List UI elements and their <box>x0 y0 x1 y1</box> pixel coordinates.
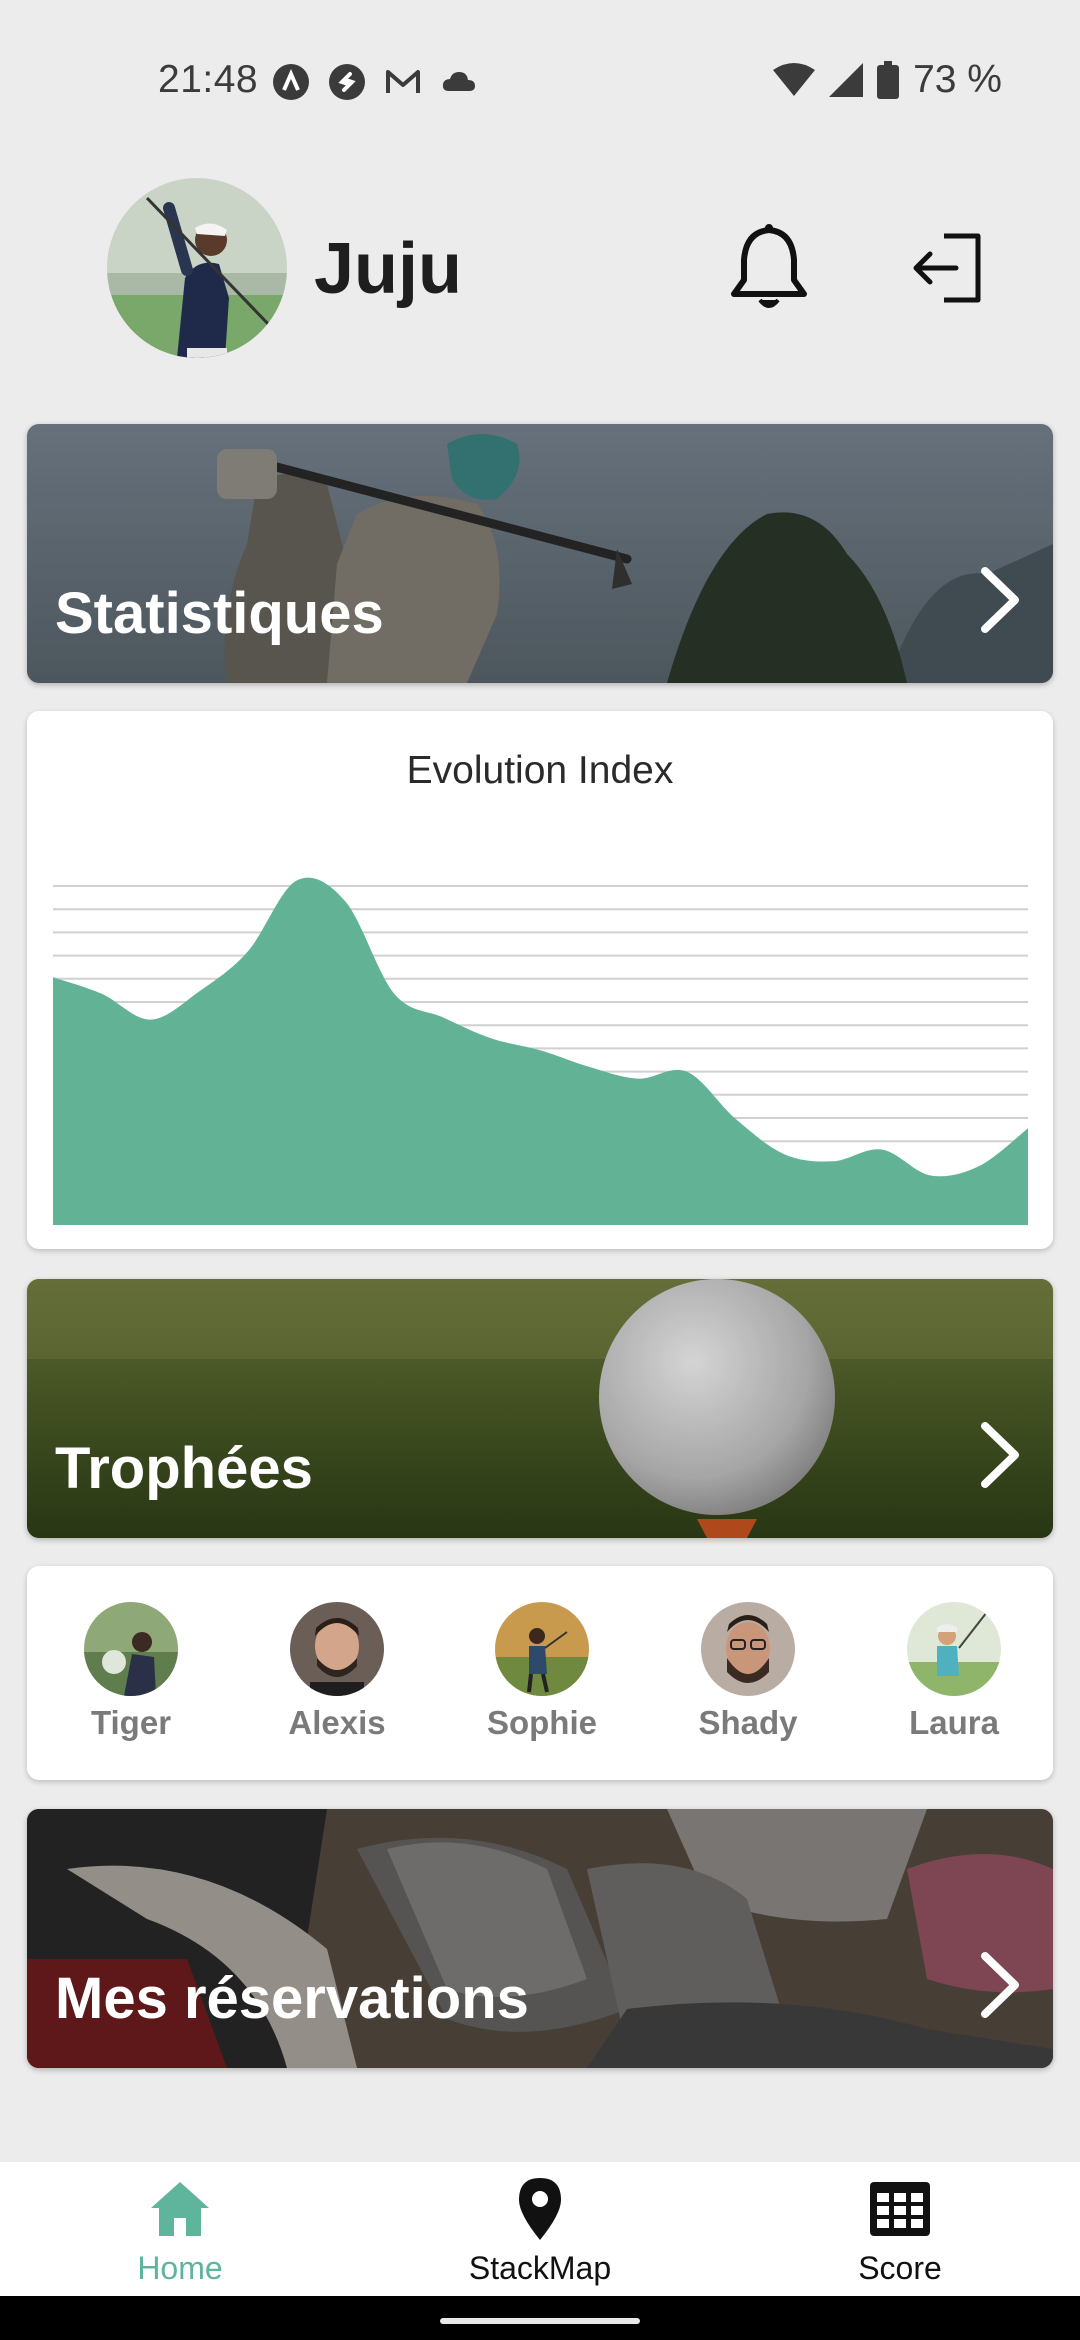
friend-item[interactable]: Sophie <box>472 1602 612 1742</box>
chevron-right-icon <box>981 1422 1019 1488</box>
notification-icons <box>272 63 478 101</box>
signal-icon <box>829 63 864 97</box>
reservations-label: Mes réservations <box>55 1966 529 2031</box>
bottom-navigation: Home StackMap Score <box>0 2162 1080 2296</box>
friend-name: Sophie <box>486 1704 597 1741</box>
home-gesture-handle[interactable] <box>440 2318 640 2324</box>
friend-name: Alexis <box>288 1704 386 1741</box>
friend-avatar <box>84 1602 178 1696</box>
nav-score[interactable]: Score <box>800 2176 1000 2287</box>
cloud-icon <box>440 63 478 101</box>
chart-title: Evolution Index <box>406 749 674 792</box>
friend-avatar <box>907 1602 1001 1696</box>
nav-home[interactable]: Home <box>80 2176 280 2287</box>
status-bar: 21:48 73 % <box>0 0 1080 165</box>
grid-table-icon <box>870 2182 930 2236</box>
battery-icon <box>877 61 900 99</box>
friend-item[interactable]: Shady <box>678 1602 818 1742</box>
chart-plot <box>53 877 1028 1225</box>
home-icon <box>151 2182 209 2236</box>
friend-name: Shady <box>698 1704 798 1741</box>
wifi-icon <box>773 63 816 96</box>
a-circle-icon <box>272 63 310 101</box>
friend-name: Tiger <box>90 1704 172 1741</box>
friend-item[interactable]: Laura <box>884 1602 1024 1742</box>
notifications-button[interactable] <box>724 222 814 314</box>
friend-avatar <box>290 1602 384 1696</box>
nav-score-label: Score <box>858 2250 942 2286</box>
friend-item[interactable]: Tiger <box>61 1602 201 1742</box>
statistics-card[interactable]: Statistiques <box>27 424 1053 683</box>
chart-area-series <box>53 877 1028 1225</box>
logout-icon <box>913 233 981 303</box>
user-avatar[interactable] <box>107 178 287 358</box>
gmail-icon <box>384 63 422 101</box>
chevron-right-icon <box>981 1952 1019 2018</box>
reservations-card[interactable]: Mes réservations <box>27 1809 1053 2068</box>
chevron-right-icon <box>981 567 1019 633</box>
friend-avatar <box>701 1602 795 1696</box>
friend-name: Laura <box>909 1704 999 1741</box>
nav-stackmap-label: StackMap <box>468 2250 612 2286</box>
statistics-label: Statistiques <box>55 581 384 646</box>
trophies-label: Trophées <box>55 1436 313 1501</box>
system-status: 73 % <box>773 58 1002 102</box>
friends-list: Tiger Alexis Sophie Shady Laura <box>27 1566 1053 1780</box>
evolution-index-chart: Evolution Index <box>27 711 1053 1249</box>
battery-percent: 73 % <box>913 58 1002 101</box>
bell-icon <box>731 224 807 308</box>
shazam-icon <box>328 63 366 101</box>
username: Juju <box>314 229 463 309</box>
status-time: 21:48 <box>158 58 259 101</box>
logout-button[interactable] <box>908 228 988 308</box>
friend-item[interactable]: Alexis <box>267 1602 407 1742</box>
trophies-card[interactable]: Trophées <box>27 1279 1053 1538</box>
nav-home-label: Home <box>137 2250 223 2286</box>
nav-stackmap[interactable]: StackMap <box>440 2176 640 2287</box>
friend-avatar <box>495 1602 589 1696</box>
map-pin-icon <box>519 2178 561 2240</box>
